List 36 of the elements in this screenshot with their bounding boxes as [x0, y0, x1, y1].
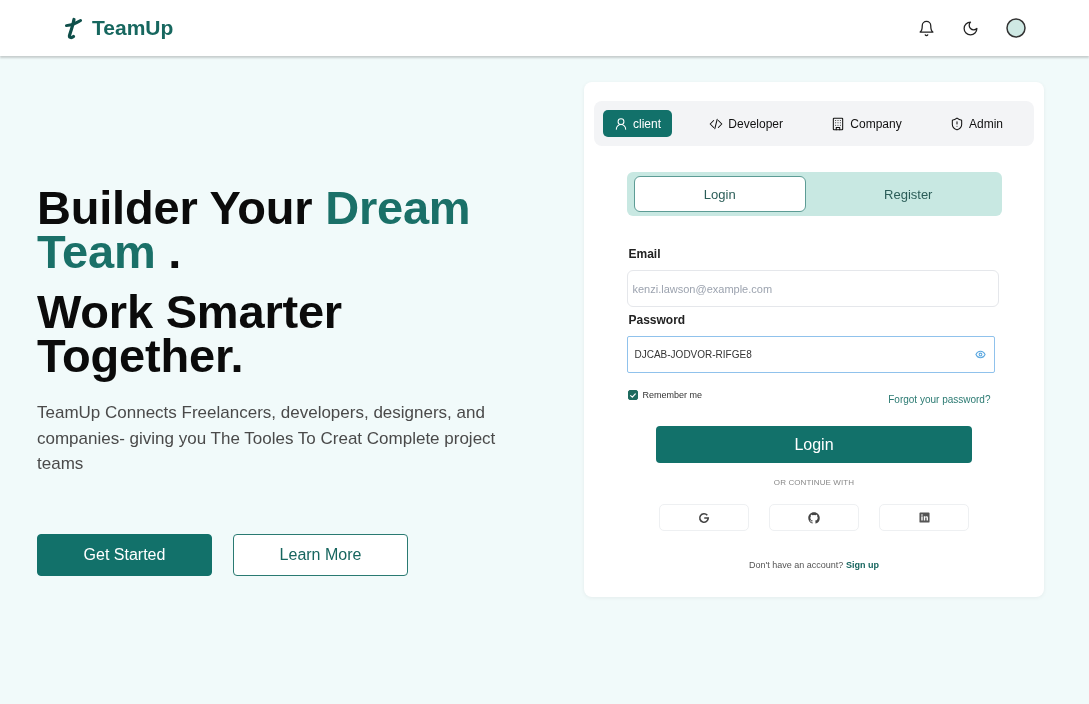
user-icon	[614, 116, 628, 131]
continue-with-label: OR CONTINUE WITH	[773, 478, 855, 487]
get-started-button[interactable]: Get Started	[37, 533, 212, 576]
email-label: Email	[627, 246, 661, 262]
role-tab[interactable]: client	[603, 110, 672, 137]
auth-mode-tab[interactable]: Login	[633, 176, 806, 212]
signup-prompt: Don't have an account? Sign up	[749, 560, 879, 570]
password-label: Password	[627, 312, 686, 328]
brand-name[interactable]: TeamUp	[92, 16, 174, 40]
github-icon	[808, 511, 820, 524]
auth-mode-tab[interactable]: Register	[822, 176, 995, 212]
google-icon	[698, 511, 710, 524]
avatar-icon[interactable]	[1006, 18, 1026, 38]
linkedin-login-button[interactable]	[879, 504, 969, 531]
shield-icon	[949, 116, 964, 131]
eye-icon[interactable]	[974, 349, 986, 360]
bell-icon[interactable]	[918, 19, 935, 37]
remember-me-label: Remember me	[642, 390, 702, 400]
sign-up-link[interactable]: Sign up	[845, 560, 879, 570]
hero-description: TeamUp Connects Freelancers, developers, designers, and companies- giving you The Tooles To Creat Complete project teams	[37, 402, 497, 475]
role-tab[interactable]: Developer	[698, 110, 794, 137]
login-button[interactable]: Login	[656, 426, 972, 463]
learn-more-button[interactable]: Learn More	[233, 533, 408, 576]
role-tab[interactable]: Admin	[938, 110, 1014, 137]
building-icon	[831, 116, 846, 131]
password-input[interactable]: DJCAB-JODVOR-RIFGE8	[626, 336, 995, 373]
moon-icon[interactable]	[962, 19, 979, 37]
hero-headline: Builder Your Dream Team .	[37, 186, 472, 274]
github-login-button[interactable]	[769, 504, 859, 531]
code-icon	[709, 116, 724, 131]
logo-icon[interactable]	[64, 16, 83, 40]
linkedin-icon	[918, 512, 930, 523]
forgot-password-link[interactable]: Forgot your password?	[888, 394, 991, 405]
role-tab[interactable]: Company	[820, 110, 913, 137]
remember-checkbox[interactable]	[627, 390, 638, 400]
email-input[interactable]: kenzi.lawson@example.com	[626, 270, 999, 307]
